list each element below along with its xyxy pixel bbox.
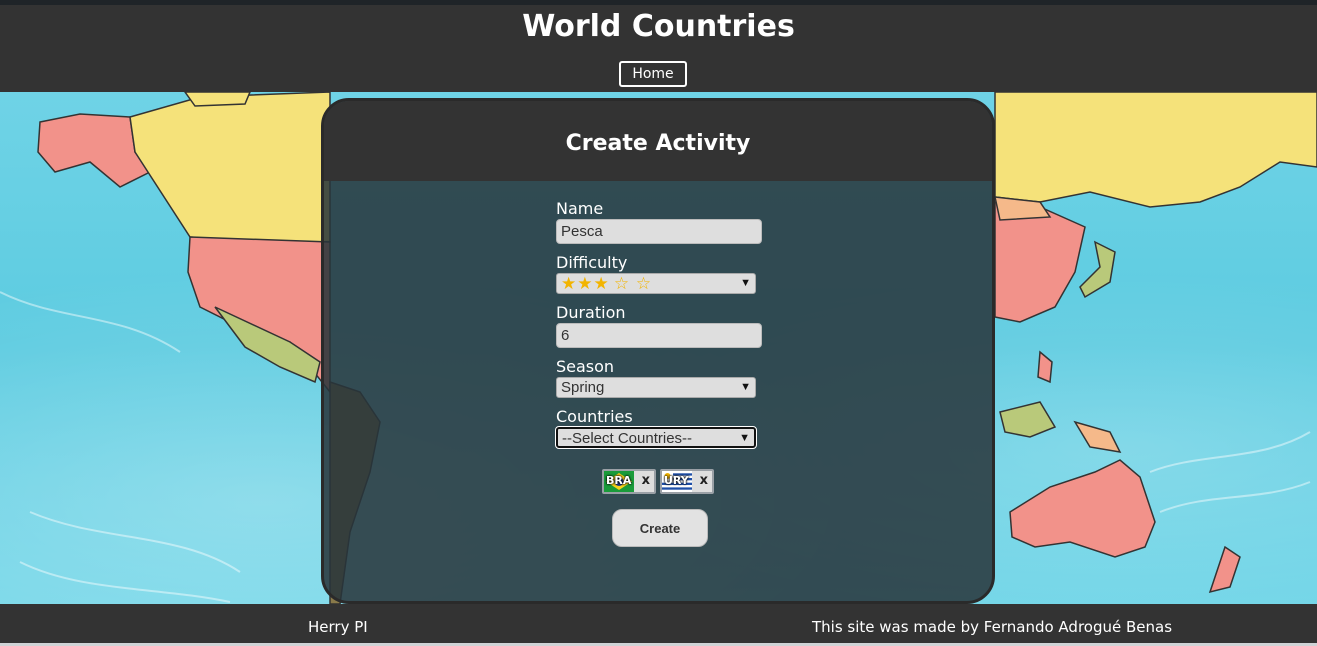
card-header: Create Activity (324, 101, 992, 181)
countries-label: Countries (556, 407, 633, 426)
remove-country-button[interactable]: x (700, 473, 708, 488)
footer-left-text: Herry PI (308, 618, 368, 636)
country-chip-bra: BRA x (602, 469, 656, 494)
difficulty-stars-filled: ★★★ (561, 274, 610, 293)
season-select[interactable]: Spring ▼ (556, 377, 756, 398)
create-button[interactable]: Create (612, 509, 708, 547)
difficulty-label: Difficulty (556, 253, 628, 272)
difficulty-stars-empty: ☆ ☆ (613, 274, 653, 293)
chevron-down-icon: ▼ (740, 277, 751, 289)
home-button[interactable]: Home (619, 61, 687, 87)
site-footer: Herry PI This site was made by Fernando … (0, 604, 1317, 646)
name-input[interactable] (556, 219, 762, 244)
countries-select[interactable]: --Select Countries-- ▼ (555, 426, 757, 449)
activity-form: Name Difficulty ★★★ ☆ ☆ ▼ Duration Seaso… (555, 199, 776, 449)
chevron-down-icon: ▼ (739, 432, 750, 444)
season-label: Season (556, 357, 615, 376)
card-title: Create Activity (565, 131, 751, 156)
season-selected-value: Spring (561, 379, 605, 396)
site-header: World Countries Home (0, 5, 1317, 92)
footer-credit-text: This site was made by Fernando Adrogué B… (812, 618, 1173, 636)
chevron-down-icon: ▼ (740, 381, 751, 393)
countries-selected-value: --Select Countries-- (562, 430, 693, 447)
country-chip-ury: URY x (660, 469, 714, 494)
country-code: BRA (606, 474, 632, 487)
remove-country-button[interactable]: x (642, 473, 650, 488)
create-activity-card: Create Activity Name Difficulty ★★★ ☆ ☆ … (321, 98, 995, 604)
country-code: URY (664, 474, 689, 487)
selected-countries: BRA x URY x (602, 469, 722, 495)
name-label: Name (556, 199, 604, 218)
duration-label: Duration (556, 303, 626, 322)
duration-input[interactable] (556, 323, 762, 348)
difficulty-select[interactable]: ★★★ ☆ ☆ ▼ (556, 273, 756, 294)
site-title: World Countries (522, 9, 795, 44)
